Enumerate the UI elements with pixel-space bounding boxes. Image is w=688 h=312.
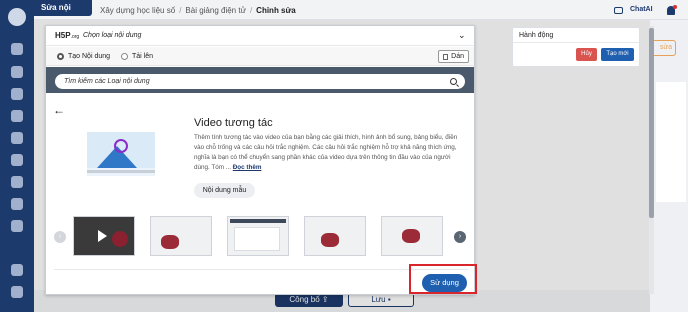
robot-icon[interactable] [11, 286, 23, 298]
chatai-button[interactable]: ChatAI [630, 6, 653, 13]
left-sidebar [0, 0, 34, 312]
scrollbar-thumb[interactable] [649, 28, 654, 218]
top-bar: Sửa nội dung Xây dựng học liệu số / Bài gi… [34, 0, 688, 28]
chat-icon[interactable] [614, 7, 623, 14]
search-bar: Tìm kiếm các Loại nội dung [46, 67, 474, 93]
actions-panel: Hành động Hủy Tạo mới [512, 27, 640, 67]
h5p-logo: H5P.org [55, 31, 80, 40]
content-type-description: Thêm tính tương tác vào video của bạn bằ… [194, 134, 458, 171]
radio-upload[interactable] [121, 53, 128, 60]
radio-create[interactable] [57, 53, 64, 60]
h5p-content-type-modal: H5P.org Chọn loại nội dung ⌄ Tạo Nội dun… [45, 25, 475, 295]
screenshot-thumbnail[interactable] [304, 216, 366, 256]
highlight-box [409, 264, 477, 294]
background-card [656, 82, 686, 202]
screenshot-carousel: ‹ › [54, 214, 469, 260]
touch-icon [114, 139, 128, 153]
create-button[interactable]: Tạo mới [601, 48, 634, 61]
screenshot-thumbnail[interactable] [150, 216, 212, 256]
calendar-icon[interactable] [11, 66, 23, 78]
breadcrumb: Xây dựng học liệu số / Bài giảng điện tử / C… [100, 6, 296, 15]
screenshot-thumbnail[interactable] [73, 216, 135, 256]
modal-title: Chọn loại nội dung [83, 32, 142, 39]
paste-button[interactable]: Dán [438, 50, 469, 63]
graduation-icon[interactable] [11, 176, 23, 188]
app-logo[interactable] [8, 8, 26, 26]
breadcrumb-item[interactable]: Bài giảng điện tử [185, 6, 246, 15]
breadcrumb-current: Chỉnh sửa [256, 6, 296, 15]
location-icon[interactable] [11, 154, 23, 166]
modal-header[interactable]: H5P.org Chọn loại nội dung ⌄ [46, 26, 474, 46]
folder-icon[interactable] [11, 110, 23, 122]
chart-icon[interactable] [11, 132, 23, 144]
breadcrumb-item[interactable]: Xây dựng học liệu số [100, 6, 175, 15]
screenshot-thumbnail[interactable] [381, 216, 443, 256]
cancel-button[interactable]: Hủy [576, 48, 597, 61]
screenshot-thumbnail[interactable] [227, 216, 289, 256]
book-icon[interactable] [11, 88, 23, 100]
home-icon[interactable] [11, 43, 23, 55]
pie-chart-icon[interactable] [11, 264, 23, 276]
back-arrow-icon[interactable]: ← [53, 103, 65, 117]
search-input[interactable]: Tìm kiếm các Loại nội dung [55, 74, 465, 89]
sparkle-icon[interactable] [11, 220, 23, 232]
sample-content-button[interactable]: Nội dung mẫu [194, 183, 255, 198]
content-type-title: Video tương tác [194, 117, 273, 129]
content-type-thumbnail [87, 132, 155, 176]
tab-upload[interactable]: Tải lên [132, 53, 153, 60]
modal-tabs: Tạo Nội dung Tải lên Dán [46, 47, 474, 66]
actions-title: Hành động [519, 32, 554, 39]
tab-create-content[interactable]: Tạo Nội dung [68, 53, 110, 60]
carousel-next-icon[interactable]: › [454, 231, 466, 243]
read-more-link[interactable]: Đọc thêm [233, 164, 262, 171]
carousel-prev-icon[interactable]: ‹ [54, 231, 66, 243]
clipboard-icon [443, 54, 448, 60]
message-icon[interactable] [11, 198, 23, 210]
chevron-down-icon[interactable]: ⌄ [458, 30, 466, 41]
notification-badge [673, 5, 677, 9]
search-icon[interactable] [450, 78, 457, 85]
section-tab: Sửa nội dung [34, 0, 92, 28]
